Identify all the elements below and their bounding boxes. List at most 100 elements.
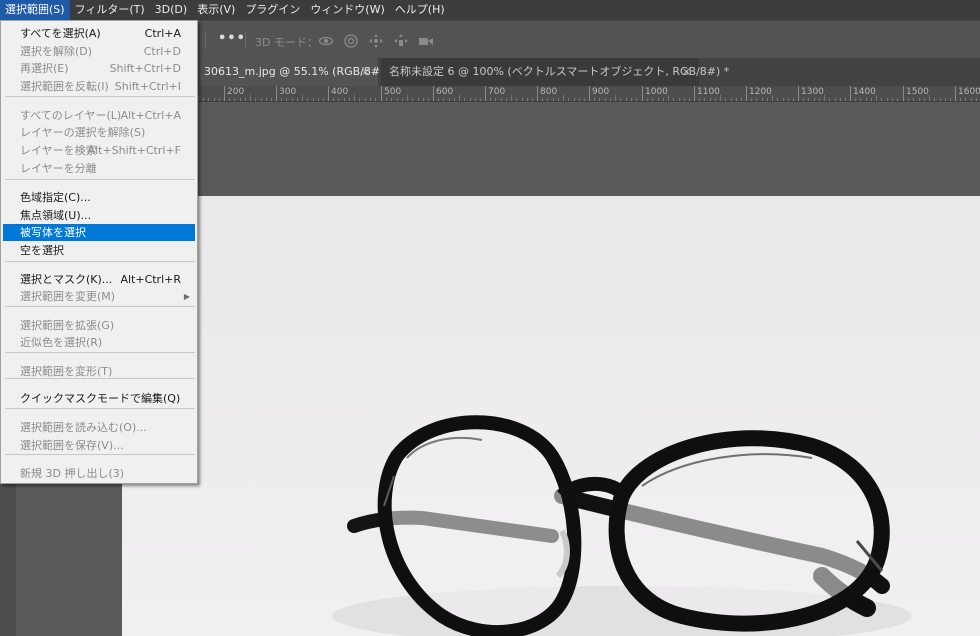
menu-item-reselect[interactable]: 再選択(E) Shift+Ctrl+D: [3, 60, 195, 77]
ruler-minor-tick: [255, 98, 256, 101]
menu-item-inverse[interactable]: 選択範囲を反転(I) Shift+Ctrl+I: [3, 78, 195, 95]
ruler-minor-tick: [344, 98, 345, 101]
eyeglasses-image: [332, 415, 912, 636]
tab-document-jpg[interactable]: 30613_m.jpg @ 55.1% (RGB/8#) ×: [196, 58, 384, 86]
ruler-minor-tick: [950, 98, 951, 101]
ruler-minor-tick: [407, 95, 408, 101]
ruler-minor-tick: [736, 98, 737, 101]
ruler-minor-tick: [547, 98, 548, 101]
ruler-minor-tick: [459, 95, 460, 101]
ruler-minor-tick: [819, 98, 820, 101]
menu-item-quick-mask[interactable]: クイックマスクモードで編集(Q): [3, 390, 195, 407]
ruler-minor-tick: [490, 98, 491, 101]
ruler-minor-tick: [532, 98, 533, 101]
menu-item-shortcut: Ctrl+D: [143, 45, 181, 58]
menu-select[interactable]: 選択範囲(S): [0, 0, 70, 20]
ruler-minor-tick: [610, 98, 611, 101]
ruler-tick: 800: [537, 86, 557, 101]
ruler-minor-tick: [710, 98, 711, 101]
ruler-minor-tick: [365, 98, 366, 101]
ruler-tick-label: 200: [227, 87, 245, 97]
3d-camera-icon[interactable]: [418, 33, 434, 49]
ruler-minor-tick: [788, 98, 789, 101]
ruler-minor-tick: [527, 98, 528, 101]
ruler-minor-tick: [599, 98, 600, 101]
menu-filter[interactable]: フィルター(T): [70, 0, 150, 20]
menu-item-focus-area[interactable]: 焦点領域(U)...: [3, 207, 195, 224]
menu-item-new-3d-extrusion[interactable]: 新規 3D 押し出し(3): [3, 465, 195, 482]
menu-item-color-range[interactable]: 色域指定(C)...: [3, 189, 195, 206]
menu-item-isolate-layers[interactable]: レイヤーを分離: [3, 160, 195, 177]
menu-item-all-layers[interactable]: すべてのレイヤー(L) Alt+Ctrl+A: [3, 107, 195, 124]
3d-slide-icon[interactable]: [393, 33, 409, 49]
ruler-minor-tick: [860, 98, 861, 101]
ruler-minor-tick: [428, 98, 429, 101]
ruler-minor-tick: [240, 98, 241, 101]
ruler-tick-label: 1000: [645, 87, 668, 97]
ruler-minor-tick: [558, 98, 559, 101]
ruler-minor-tick: [542, 98, 543, 101]
menu-item-select-and-mask[interactable]: 選択とマスク(K)... Alt+Ctrl+R: [3, 271, 195, 288]
menu-3d[interactable]: 3D(D): [150, 0, 193, 20]
menu-item-shortcut: Ctrl+A: [144, 27, 181, 40]
3d-mode-label: 3D モード：: [255, 36, 318, 49]
more-options-button[interactable]: •••: [218, 31, 246, 46]
ruler-minor-tick: [897, 98, 898, 101]
menu-item-grow[interactable]: 選択範囲を拡張(G): [3, 317, 195, 334]
ruler-minor-tick: [501, 98, 502, 101]
ruler-minor-tick: [261, 98, 262, 101]
document-image[interactable]: [122, 196, 980, 636]
ruler-minor-tick: [777, 98, 778, 101]
tab-label: 名称未設定 6 @ 100% (ベクトルスマートオブジェクト, RGB/8#) …: [389, 65, 730, 78]
menu-separator: [5, 378, 195, 379]
menu-item-modify[interactable]: 選択範囲を変更(M) ▶: [3, 288, 195, 305]
menu-view[interactable]: 表示(V): [192, 0, 240, 20]
close-icon[interactable]: ×: [361, 58, 370, 86]
menu-item-label: 空を選択: [20, 244, 64, 257]
ruler-minor-tick: [924, 98, 925, 101]
menu-window[interactable]: ウィンドウ(W): [305, 0, 389, 20]
ruler-minor-tick: [725, 98, 726, 101]
menu-item-shortcut: Shift+Ctrl+D: [109, 62, 181, 75]
tab-label: 30613_m.jpg @ 55.1% (RGB/8#): [204, 65, 385, 78]
ruler-minor-tick: [845, 98, 846, 101]
menu-item-label: 被写体を選択: [20, 226, 86, 239]
ruler-minor-tick: [516, 98, 517, 101]
menu-help[interactable]: ヘルプ(H): [390, 0, 450, 20]
close-icon[interactable]: ×: [682, 58, 691, 86]
menu-bar: 選択範囲(S) フィルター(T) 3D(D) 表示(V) プラグイン ウィンドウ…: [0, 0, 980, 20]
ruler-minor-tick: [219, 98, 220, 101]
ruler-minor-tick: [704, 98, 705, 101]
menu-item-load-selection[interactable]: 選択範囲を読み込む(O)...: [3, 419, 195, 436]
ruler-minor-tick: [647, 98, 648, 101]
ruler-tick-label: 1400: [853, 87, 876, 97]
menu-plugins[interactable]: プラグイン: [240, 0, 305, 20]
ruler-minor-tick: [929, 95, 930, 101]
ruler-tick: 700: [485, 86, 505, 101]
menu-item-label: 選択範囲を読み込む(O)...: [20, 421, 147, 434]
ruler-minor-tick: [475, 98, 476, 101]
ruler-minor-tick: [658, 98, 659, 101]
menu-item-find-layers[interactable]: レイヤーを検索 Alt+Shift+Ctrl+F: [3, 142, 195, 159]
ruler-minor-tick: [271, 98, 272, 101]
3d-pan-icon[interactable]: [368, 33, 384, 49]
menu-item-select-all[interactable]: すべてを選択(A) Ctrl+A: [3, 25, 195, 42]
ruler-minor-tick: [397, 98, 398, 101]
menu-item-similar[interactable]: 近似色を選択(R): [3, 334, 195, 351]
3d-orbit-icon[interactable]: [318, 33, 334, 49]
ruler-minor-tick: [965, 98, 966, 101]
menu-item-select-subject[interactable]: 被写体を選択: [3, 224, 195, 241]
menu-item-deselect-layers[interactable]: レイヤーの選択を解除(S): [3, 124, 195, 141]
menu-separator: [5, 306, 195, 307]
menu-item-shortcut: Alt+Ctrl+R: [120, 273, 181, 286]
ruler-minor-tick: [522, 98, 523, 101]
ruler-minor-tick: [292, 98, 293, 101]
ruler-minor-tick: [454, 98, 455, 101]
menu-item-label: 色域指定(C)...: [20, 191, 91, 204]
tab-document-untitled[interactable]: 名称未設定 6 @ 100% (ベクトルスマートオブジェクト, RGB/8#) …: [381, 58, 729, 86]
3d-roll-icon[interactable]: [343, 33, 359, 49]
menu-item-deselect[interactable]: 選択を解除(D) Ctrl+D: [3, 43, 195, 60]
menu-item-select-sky[interactable]: 空を選択: [3, 242, 195, 259]
menu-item-save-selection[interactable]: 選択範囲を保存(V)...: [3, 437, 195, 454]
ruler-minor-tick: [892, 98, 893, 101]
